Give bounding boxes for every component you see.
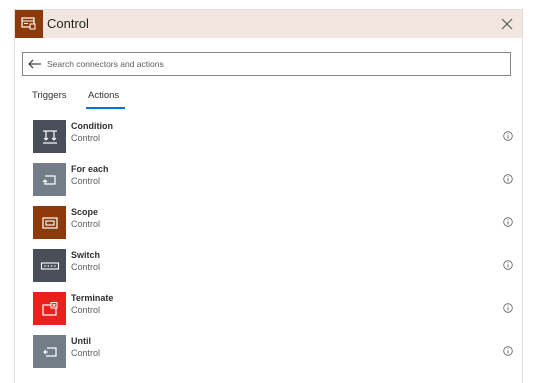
action-connector: Control	[71, 262, 101, 272]
tab-triggers[interactable]: Triggers	[32, 90, 67, 101]
action-title: Condition	[71, 121, 113, 131]
tab-actions[interactable]: Actions	[86, 90, 125, 109]
search-box	[22, 52, 511, 76]
action-connector: Control	[71, 348, 101, 358]
panel-header: Control	[15, 10, 522, 38]
loop-icon	[33, 163, 66, 196]
action-connector: Control	[71, 219, 101, 229]
info-button[interactable]	[502, 302, 514, 314]
info-icon	[503, 303, 513, 313]
info-button[interactable]	[502, 130, 514, 142]
action-until[interactable]: Until Control	[29, 335, 514, 371]
panel-title: Control	[47, 16, 89, 31]
info-icon	[503, 260, 513, 270]
until-icon	[33, 335, 66, 368]
info-button[interactable]	[502, 259, 514, 271]
action-title: For each	[71, 164, 109, 174]
action-switch[interactable]: Switch Control	[29, 249, 514, 285]
condition-icon	[33, 120, 66, 153]
info-button[interactable]	[502, 173, 514, 185]
tab-actions-label: Actions	[88, 90, 120, 101]
selected-tab-indicator	[86, 107, 125, 109]
info-icon	[503, 174, 513, 184]
action-connector: Control	[71, 176, 101, 186]
action-scope[interactable]: Scope Control	[29, 206, 514, 242]
action-for-each[interactable]: For each Control	[29, 163, 514, 199]
close-button[interactable]	[496, 13, 518, 35]
control-connector-icon	[15, 10, 43, 38]
action-terminate[interactable]: Terminate Control	[29, 292, 514, 328]
back-button[interactable]	[23, 53, 47, 75]
close-icon	[501, 18, 513, 30]
action-title: Scope	[71, 207, 99, 217]
search-input[interactable]	[47, 54, 510, 74]
action-condition[interactable]: Condition Control	[29, 120, 514, 156]
info-button[interactable]	[502, 345, 514, 357]
switch-icon	[33, 249, 66, 282]
arrow-left-icon	[28, 59, 41, 69]
action-title: Terminate	[71, 293, 114, 303]
action-connector: Control	[71, 305, 101, 315]
info-icon	[503, 346, 513, 356]
scope-icon	[33, 206, 66, 239]
action-title: Until	[71, 336, 91, 346]
info-button[interactable]	[502, 216, 514, 228]
info-icon	[503, 217, 513, 227]
action-connector: Control	[71, 133, 101, 143]
info-icon	[503, 131, 513, 141]
action-title: Switch	[71, 250, 101, 260]
terminate-icon	[33, 292, 66, 325]
control-panel: Control Triggers Actions	[14, 9, 523, 383]
